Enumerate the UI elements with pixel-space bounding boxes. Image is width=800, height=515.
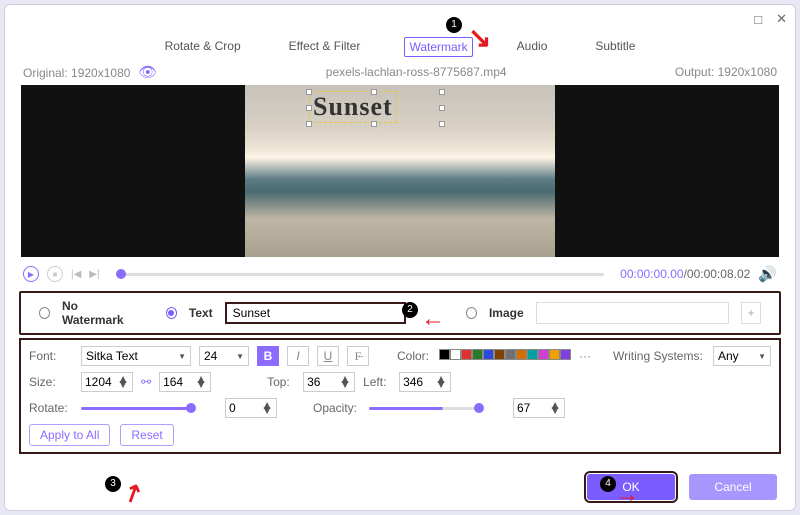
video-preview: Sunset — [21, 85, 779, 257]
cancel-button[interactable]: Cancel — [689, 474, 777, 500]
top-label: Top: — [267, 375, 295, 389]
callout-4: 4 — [600, 476, 616, 492]
callout-2: 2 — [402, 302, 418, 318]
italic-button[interactable]: I — [287, 346, 309, 366]
resize-handle[interactable] — [439, 89, 445, 95]
titlebar: □ ✕ — [5, 5, 795, 33]
link-aspect-icon[interactable]: ⚯ — [141, 375, 151, 389]
resize-handle[interactable] — [306, 105, 312, 111]
opacity-slider[interactable] — [369, 407, 479, 410]
tab-subtitle[interactable]: Subtitle — [591, 37, 639, 57]
resize-handle[interactable] — [306, 121, 312, 127]
callout-3: 3 — [105, 476, 121, 492]
watermark-overlay[interactable]: Sunset — [309, 91, 397, 123]
watermark-image-input[interactable] — [536, 302, 729, 324]
bold-button[interactable]: B — [257, 346, 279, 366]
add-image-button[interactable]: + — [741, 302, 761, 324]
tabs: Rotate & Crop Effect & Filter Watermark … — [5, 33, 795, 63]
video-frame[interactable]: Sunset — [245, 85, 555, 257]
writing-systems-select[interactable]: Any▼ — [713, 346, 771, 366]
color-swatch[interactable] — [461, 349, 472, 360]
underline-button[interactable]: U — [317, 346, 339, 366]
color-swatch[interactable] — [505, 349, 516, 360]
width-input[interactable]: 1204▲▼ — [81, 372, 133, 392]
opacity-input[interactable]: 67▲▼ — [513, 398, 565, 418]
color-swatch[interactable] — [527, 349, 538, 360]
time-display: 00:00:00.00/00:00:08.02 — [620, 267, 750, 281]
color-swatch[interactable] — [439, 349, 450, 360]
info-bar: Original: 1920x1080👁 pexels-lachlan-ross… — [5, 63, 795, 85]
rotate-input[interactable]: 0▲▼ — [225, 398, 277, 418]
maximize-button[interactable]: □ — [754, 12, 762, 27]
close-button[interactable]: ✕ — [776, 11, 787, 27]
writing-systems-label: Writing Systems: — [613, 349, 705, 363]
rotate-label: Rotate: — [29, 401, 73, 415]
callout-arrow-1: ↘ — [468, 21, 491, 54]
output-resolution: Output: 1920x1080 — [675, 65, 777, 79]
resize-handle[interactable] — [439, 105, 445, 111]
font-label: Font: — [29, 349, 73, 363]
timeline-thumb[interactable] — [116, 269, 126, 279]
label-image: Image — [489, 306, 524, 320]
apply-to-all-button[interactable]: Apply to All — [29, 424, 110, 446]
radio-no-watermark[interactable] — [39, 307, 50, 319]
callout-1: 1 — [446, 17, 462, 33]
prev-frame-button[interactable]: |◀ — [71, 269, 81, 280]
strike-button[interactable]: F̵ — [347, 346, 369, 366]
size-label: Size: — [29, 375, 73, 389]
resize-handle[interactable] — [306, 89, 312, 95]
resize-handle[interactable] — [439, 121, 445, 127]
color-swatch[interactable] — [538, 349, 549, 360]
label-no-watermark: No Watermark — [62, 299, 135, 327]
color-swatch[interactable] — [560, 349, 571, 360]
tab-rotate-crop[interactable]: Rotate & Crop — [161, 37, 245, 57]
color-swatch[interactable] — [516, 349, 527, 360]
reset-button[interactable]: Reset — [120, 424, 173, 446]
filename-label: pexels-lachlan-ross-8775687.mp4 — [326, 65, 507, 79]
radio-image[interactable] — [466, 307, 477, 319]
color-swatch[interactable] — [494, 349, 505, 360]
height-input[interactable]: 164▲▼ — [159, 372, 211, 392]
opacity-label: Opacity: — [313, 401, 361, 415]
top-input[interactable]: 36▲▼ — [303, 372, 355, 392]
watermark-settings-panel: Font: Sitka Text▼ 24▼ B I U F̵ Color: ··… — [19, 338, 781, 454]
color-label: Color: — [397, 349, 431, 363]
color-swatch[interactable] — [472, 349, 483, 360]
color-swatches — [439, 349, 571, 363]
resize-handle[interactable] — [371, 121, 377, 127]
rotate-slider[interactable] — [81, 407, 191, 410]
editor-window: □ ✕ 1 ↘ Rotate & Crop Effect & Filter Wa… — [4, 4, 796, 511]
callout-arrow-2: ← — [421, 305, 445, 333]
tab-watermark[interactable]: Watermark — [404, 37, 472, 57]
timeline-slider[interactable] — [116, 273, 605, 276]
left-label: Left: — [363, 375, 391, 389]
color-swatch[interactable] — [483, 349, 494, 360]
callout-arrow-3: ↗ — [118, 476, 148, 511]
font-select[interactable]: Sitka Text▼ — [81, 346, 191, 366]
radio-text[interactable] — [166, 307, 177, 319]
watermark-text-input[interactable] — [225, 302, 406, 324]
preview-toggle-icon[interactable]: 👁 — [138, 64, 157, 81]
volume-icon[interactable]: 🔊 — [758, 265, 777, 283]
label-text: Text — [189, 306, 213, 320]
resize-handle[interactable] — [371, 89, 377, 95]
original-resolution: Original: 1920x1080👁 — [23, 63, 157, 81]
tab-audio[interactable]: Audio — [513, 37, 552, 57]
playback-controls: ▶ ■ |◀ ▶| 00:00:00.00/00:00:08.02 🔊 — [5, 257, 795, 291]
next-frame-button[interactable]: ▶| — [89, 269, 99, 280]
watermark-type-row: No Watermark Text Image + — [19, 291, 781, 335]
font-size-select[interactable]: 24▼ — [199, 346, 249, 366]
color-swatch[interactable] — [450, 349, 461, 360]
stop-button[interactable]: ■ — [47, 266, 63, 282]
callout-arrow-4: → — [615, 481, 639, 509]
color-swatch[interactable] — [549, 349, 560, 360]
tab-effect-filter[interactable]: Effect & Filter — [285, 37, 365, 57]
left-input[interactable]: 346▲▼ — [399, 372, 451, 392]
play-button[interactable]: ▶ — [23, 266, 39, 282]
